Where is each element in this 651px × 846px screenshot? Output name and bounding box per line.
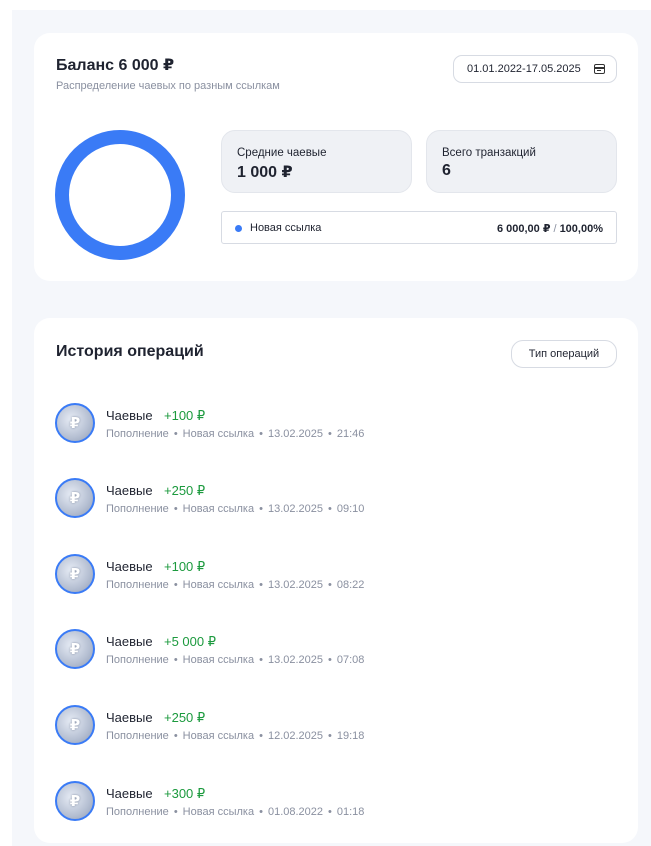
distribution-donut-chart [55,130,185,260]
meta-separator: • [328,579,332,591]
total-transactions-value: 6 [442,162,451,179]
operation-type: Пополнение [106,730,169,742]
coin-avatar-icon [55,705,95,745]
coin-avatar-icon [55,629,95,669]
average-tips-card: Средние чаевые 1 000 ₽ [221,130,412,193]
operation-time: 21:46 [336,428,365,440]
date-range-picker[interactable]: 01.01.2022-17.05.2025 [453,55,617,83]
meta-separator: • [259,654,263,666]
operation-meta: Пополнение • Новая ссылка • 13.02.2025 • 07:08 [106,654,364,666]
operation-amount: +250 ₽ [164,710,206,725]
total-transactions-card: Всего транзакций 6 [426,130,617,193]
operation-link: Новая ссылка [182,730,255,742]
coin-avatar-icon [55,554,95,594]
operation-meta: Пополнение • Новая ссылка • 13.02.2025 • 21:46 [106,428,364,440]
meta-separator: • [328,428,332,440]
link-amount: 6 000,00 ₽ [496,223,551,235]
operation-type: Пополнение [106,806,169,818]
operation-time: 09:10 [336,503,365,515]
meta-separator: • [259,806,263,818]
meta-separator: • [328,730,332,742]
link-name: Новая ссылка [250,222,322,234]
balance-card: Баланс 6 000 ₽ Распределение чаевых по р… [34,33,638,281]
meta-separator: • [259,579,263,591]
operation-row[interactable]: Чаевые +5 000 ₽ Пополнение • Новая ссылка • 13… [55,629,615,673]
meta-separator: • [173,654,178,666]
operation-type: Пополнение [106,579,169,591]
operation-title: Чаевые [106,786,153,801]
operation-date: 13.02.2025 [267,428,324,440]
operation-type: Пополнение [106,428,169,440]
coin-avatar-icon [55,781,95,821]
meta-separator: • [259,503,263,515]
operation-link: Новая ссылка [182,654,255,666]
operation-title: Чаевые [106,408,153,423]
operation-amount: +300 ₽ [164,786,206,801]
average-tips-value: 1 000 ₽ [237,164,293,181]
operation-row[interactable]: Чаевые +100 ₽ Пополнение • Новая ссылка • 13.0… [55,554,615,598]
operation-link: Новая ссылка [182,806,255,818]
link-percent: 100,00% [559,223,603,235]
meta-separator: • [328,654,332,666]
average-tips-label: Средние чаевые [237,147,327,159]
meta-separator: • [328,806,332,818]
history-title: История операций [56,343,204,360]
meta-separator: • [173,579,178,591]
calendar-icon [594,64,605,74]
meta-separator: • [328,503,332,515]
operation-time: 19:18 [336,730,365,742]
operation-title: Чаевые [106,634,153,649]
operation-row[interactable]: Чаевые +250 ₽ Пополнение • Новая ссылка • 12.0… [55,705,615,749]
operation-amount: +5 000 ₽ [164,634,217,649]
balance-title: Баланс 6 000 ₽ [56,57,175,74]
operation-row[interactable]: Чаевые +250 ₽ Пополнение • Новая ссылка • 13.0… [55,478,615,522]
link-amounts: 6 000,00 ₽/100,00% [497,222,603,235]
operation-meta: Пополнение • Новая ссылка • 12.02.2025 • 19:18 [106,730,364,742]
balance-subtitle: Распределение чаевых по разным ссылкам [56,80,280,92]
meta-separator: • [173,428,178,440]
coin-avatar-icon [55,478,95,518]
meta-separator: • [259,428,263,440]
meta-separator: • [173,806,178,818]
operation-link: Новая ссылка [182,503,255,515]
operation-time: 07:08 [336,654,365,666]
operation-title: Чаевые [106,559,153,574]
link-distribution-row[interactable]: Новая ссылка 6 000,00 ₽/100,00% [221,211,617,244]
operation-title: Чаевые [106,483,153,498]
date-range-label: 01.01.2022-17.05.2025 [467,63,581,75]
operation-link: Новая ссылка [182,428,255,440]
operation-date: 13.02.2025 [267,579,324,591]
operation-amount: +250 ₽ [164,483,206,498]
operation-row[interactable]: Чаевые +300 ₽ Пополнение • Новая ссылка • 01.0… [55,781,615,825]
operation-type: Пополнение [106,503,169,515]
donut-slice-new-link[interactable] [55,130,185,260]
history-card: История операций Тип операций Чаевые +100… [34,318,638,843]
total-transactions-label: Всего транзакций [442,147,536,159]
link-separator: / [553,223,557,235]
meta-separator: • [173,730,178,742]
operation-date: 12.02.2025 [267,730,324,742]
meta-separator: • [259,730,263,742]
operation-date: 13.02.2025 [267,654,324,666]
operation-title: Чаевые [106,710,153,725]
coin-avatar-icon [55,403,95,443]
operation-meta: Пополнение • Новая ссылка • 13.02.2025 • 08:22 [106,579,364,591]
operation-link: Новая ссылка [182,579,255,591]
operation-type-filter-button[interactable]: Тип операций [511,340,617,368]
operation-time: 08:22 [336,579,365,591]
operation-amount: +100 ₽ [164,559,206,574]
operation-type: Пополнение [106,654,169,666]
operation-row[interactable]: Чаевые +100 ₽ Пополнение • Новая ссылка • 13.0… [55,403,615,447]
operation-meta: Пополнение • Новая ссылка • 01.08.2022 • 01:18 [106,806,364,818]
operation-amount: +100 ₽ [164,408,206,423]
operation-date: 01.08.2022 [267,806,324,818]
operation-time: 01:18 [336,806,365,818]
operation-meta: Пополнение • Новая ссылка • 13.02.2025 • 09:10 [106,503,364,515]
link-color-dot [235,225,242,232]
meta-separator: • [173,503,178,515]
operation-date: 13.02.2025 [267,503,324,515]
